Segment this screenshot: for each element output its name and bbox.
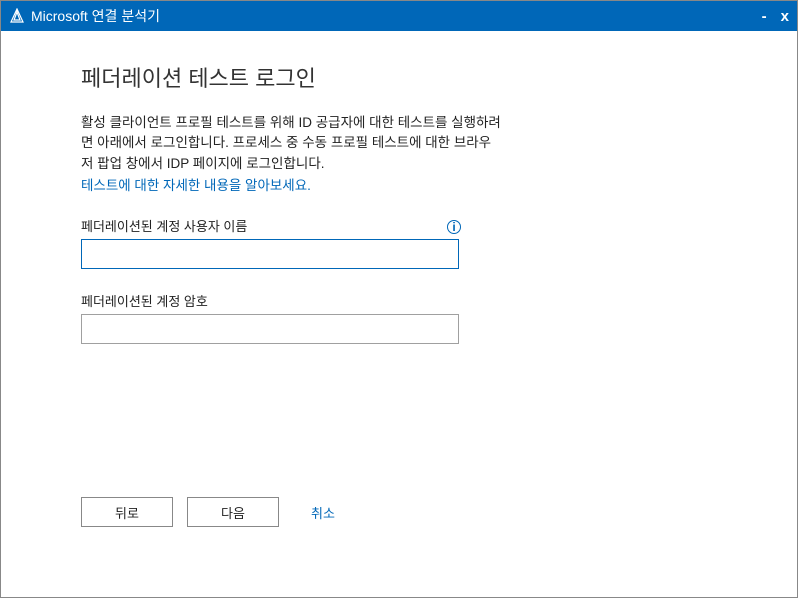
password-label: 페더레이션된 계정 암호 xyxy=(81,291,737,310)
back-button[interactable]: 뒤로 xyxy=(81,497,173,527)
password-group: 페더레이션된 계정 암호 xyxy=(81,291,737,344)
app-title: Microsoft 연결 분석기 xyxy=(31,6,160,26)
cancel-link[interactable]: 취소 xyxy=(311,503,335,522)
learn-more-link[interactable]: 테스트에 대한 자세한 내용을 알아보세요. xyxy=(81,174,737,194)
info-icon[interactable]: i xyxy=(447,220,461,234)
username-group: 페더레이션된 계정 사용자 이름 i xyxy=(81,216,737,269)
next-button[interactable]: 다음 xyxy=(187,497,279,527)
page-title: 페더레이션 테스트 로그인 xyxy=(81,61,737,93)
app-logo-icon xyxy=(9,8,25,24)
button-row: 뒤로 다음 취소 xyxy=(81,497,335,527)
content-area: 페더레이션 테스트 로그인 활성 클라이언트 프로필 테스트를 위해 ID 공급… xyxy=(1,31,797,597)
username-label: 페더레이션된 계정 사용자 이름 xyxy=(81,216,247,235)
minimize-button[interactable]: - xyxy=(762,8,767,25)
page-description: 활성 클라이언트 프로필 테스트를 위해 ID 공급자에 대한 테스트를 실행하… xyxy=(81,113,501,174)
titlebar: Microsoft 연결 분석기 - x xyxy=(1,1,797,31)
close-button[interactable]: x xyxy=(781,8,789,25)
password-input[interactable] xyxy=(81,314,459,344)
window-controls: - x xyxy=(762,8,789,25)
app-window: Microsoft 연결 분석기 - x 페더레이션 테스트 로그인 활성 클라… xyxy=(0,0,798,598)
username-label-row: 페더레이션된 계정 사용자 이름 i xyxy=(81,216,461,239)
titlebar-left: Microsoft 연결 분석기 xyxy=(9,6,160,26)
username-input[interactable] xyxy=(81,239,459,269)
